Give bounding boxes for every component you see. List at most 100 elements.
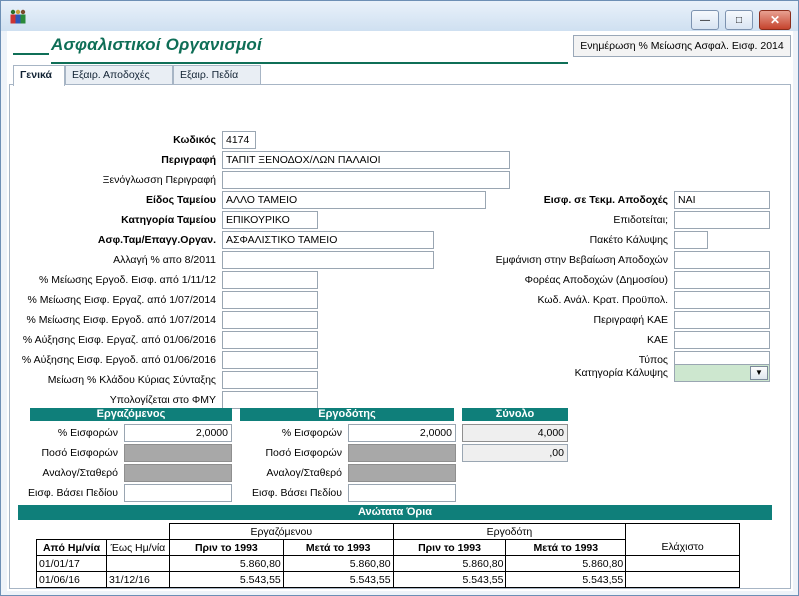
field-input[interactable]	[222, 171, 510, 189]
contribution-input	[124, 444, 232, 462]
field-label: Υπολογίζεται στο ΦΜΥ	[109, 394, 216, 406]
group-header-employee: Εργαζόμενου	[168, 523, 394, 540]
title-bar: — □ ✕	[1, 1, 798, 31]
tab-exception-fields[interactable]: Εξαιρ. Πεδία	[173, 65, 261, 85]
field-input[interactable]	[222, 291, 318, 309]
table-cell: 5.543,55	[282, 571, 394, 588]
field-label: Κωδικός	[173, 134, 216, 146]
field-label: Εισφ. σε Τεκμ. Αποδοχές	[543, 194, 668, 206]
minimize-button[interactable]: —	[691, 10, 719, 30]
table-cell: 5.543,55	[168, 571, 284, 588]
field-input[interactable]	[222, 251, 434, 269]
total-header: Σύνολο	[462, 408, 568, 421]
field-label: Πακέτο Κάλυψης	[589, 234, 668, 246]
contribution-input	[124, 464, 232, 482]
tab-exception-earnings[interactable]: Εξαιρ. Αποδοχές	[65, 65, 173, 85]
field-input[interactable]	[222, 331, 318, 349]
chevron-down-icon[interactable]: ▼	[750, 366, 768, 380]
field-label: Φορέας Αποδοχών (Δημοσίου)	[524, 274, 668, 286]
field-input[interactable]	[674, 291, 770, 309]
field-label: Κατηγορία Κάλυψης	[574, 367, 668, 379]
field-input[interactable]	[222, 271, 318, 289]
contribution-label: Εισφ. Βάσει Πεδίου	[28, 487, 118, 499]
table-cell	[625, 571, 740, 588]
app-window: — □ ✕ Ασφαλιστικοί Οργανισμοί Ενημέρωση …	[0, 0, 799, 596]
field-input[interactable]	[222, 351, 318, 369]
field-label: % Μείωσης Εισφ. Εργαζ. από 1/07/2014	[27, 294, 216, 306]
field-label: Μείωση % Κλάδου Κύριας Σύνταξης	[47, 374, 216, 386]
contribution-label: Εισφ. Βάσει Πεδίου	[252, 487, 342, 499]
limits-body: 01/01/17 5.860,80 5.860,80 5.860,80 5.860,80…	[36, 555, 740, 588]
col-from-date: Από Ημ/νία	[36, 539, 107, 556]
field-input[interactable]	[222, 311, 318, 329]
employee-header: Εργαζόμενος	[30, 408, 232, 421]
general-panel: Κωδικός 4174 Περιγραφή ΤΑΠΙΤ ΞΕΝΟΔΟΧ/ΛΩΝ ΠΑ…	[9, 84, 791, 589]
field-label: Αλλαγή % απο 8/2011	[113, 254, 216, 266]
contribution-label: Ποσό Εισφορών	[41, 447, 118, 459]
maximize-button[interactable]: □	[725, 10, 753, 30]
col-employer-after-1993: Μετά το 1993	[505, 539, 627, 556]
limits-table: Εργαζόμενου Εργοδότη Από Ημ/νία Έως Ημ/ν…	[36, 523, 740, 588]
field-input[interactable]	[674, 251, 770, 269]
field-label: Τύπος	[638, 354, 668, 366]
contribution-input[interactable]	[348, 484, 456, 502]
table-cell: 01/01/17	[36, 555, 107, 572]
people-icon	[10, 9, 26, 24]
limits-column-row: Από Ημ/νία Έως Ημ/νία Πριν το 1993 Μετά …	[36, 539, 740, 556]
field-input[interactable]	[674, 331, 770, 349]
title-underline	[51, 62, 568, 64]
table-row[interactable]: 01/01/17 5.860,80 5.860,80 5.860,80 5.860,80	[36, 555, 740, 572]
table-cell: 5.543,55	[505, 571, 627, 588]
group-header-employer: Εργοδότη	[392, 523, 627, 540]
field-label: Κωδ. Ανάλ. Κρατ. Προϋπολ.	[537, 294, 668, 306]
col-minimum: Ελάχιστο	[625, 539, 740, 556]
contribution-label: Αναλογ/Σταθερό	[266, 467, 342, 479]
field-input[interactable]: 4174	[222, 131, 256, 149]
table-cell	[105, 555, 170, 572]
table-cell: 5.860,80	[392, 555, 507, 572]
tab-general[interactable]: Γενικά	[13, 65, 65, 86]
total-amount: ,00	[462, 444, 568, 462]
table-row[interactable]: 01/06/16 31/12/16 5.543,55 5.543,55 5.543,55…	[36, 571, 740, 588]
field-input[interactable]	[222, 371, 318, 389]
field-label: Περιγραφή	[161, 154, 216, 166]
contribution-input[interactable]: 2,0000	[124, 424, 232, 442]
table-cell	[625, 555, 740, 572]
field-label: % Μείωσης Εισφ. Εργοδ. από 1/07/2014	[26, 314, 217, 326]
limits-group-row: Εργαζόμενου Εργοδότη	[37, 523, 740, 540]
close-button[interactable]: ✕	[759, 10, 791, 30]
update-reduction-button[interactable]: Ενημέρωση % Μείωσης Ασφαλ. Εισφ. 2014	[573, 35, 791, 57]
col-employer-before-1993: Πριν το 1993	[392, 539, 507, 556]
field-label: Επιδοτείται;	[613, 214, 668, 226]
field-input[interactable]: ΝΑΙ	[674, 191, 770, 209]
contribution-input	[348, 464, 456, 482]
table-cell: 5.860,80	[505, 555, 627, 572]
contribution-input[interactable]: 2,0000	[348, 424, 456, 442]
field-input[interactable]	[674, 211, 770, 229]
title-underline-left	[13, 53, 49, 55]
field-input[interactable]	[674, 271, 770, 289]
col-employee-before-1993: Πριν το 1993	[168, 539, 284, 556]
contribution-label: % Εισφορών	[281, 427, 342, 439]
field-input[interactable]: ΕΠΙΚΟΥΡΙΚΟ	[222, 211, 318, 229]
field-input[interactable]: ΑΛΛΟ ΤΑΜΕΙΟ	[222, 191, 486, 209]
field-label: ΚΑΕ	[646, 334, 668, 346]
field-label: Είδος Ταμείου	[145, 194, 216, 206]
field-label: % Αύξησης Εισφ. Εργοδ. από 01/06/2016	[21, 354, 216, 366]
field-label: Ασφ.Ταμ/Επαγγ.Οργαν.	[97, 234, 216, 246]
field-label: Κατηγορία Ταμείου	[121, 214, 216, 226]
field-input[interactable]	[674, 311, 770, 329]
field-input[interactable]: ΤΑΠΙΤ ΞΕΝΟΔΟΧ/ΛΩΝ ΠΑΛΑΙΟΙ	[222, 151, 510, 169]
page-title: Ασφαλιστικοί Οργανισμοί	[51, 35, 262, 54]
table-cell: 5.543,55	[392, 571, 507, 588]
col-to-date: Έως Ημ/νία	[105, 539, 170, 556]
table-cell: 01/06/16	[36, 571, 107, 588]
total-percentage: 4,000	[462, 424, 568, 442]
table-cell: 5.860,80	[282, 555, 394, 572]
field-input[interactable]	[222, 391, 318, 409]
table-cell: 31/12/16	[105, 571, 170, 588]
employer-header: Εργοδότης	[240, 408, 454, 421]
field-input[interactable]: ΑΣΦΑΛΙΣΤΙΚΟ ΤΑΜΕΙΟ	[222, 231, 434, 249]
field-input[interactable]	[674, 231, 708, 249]
contribution-input[interactable]	[124, 484, 232, 502]
